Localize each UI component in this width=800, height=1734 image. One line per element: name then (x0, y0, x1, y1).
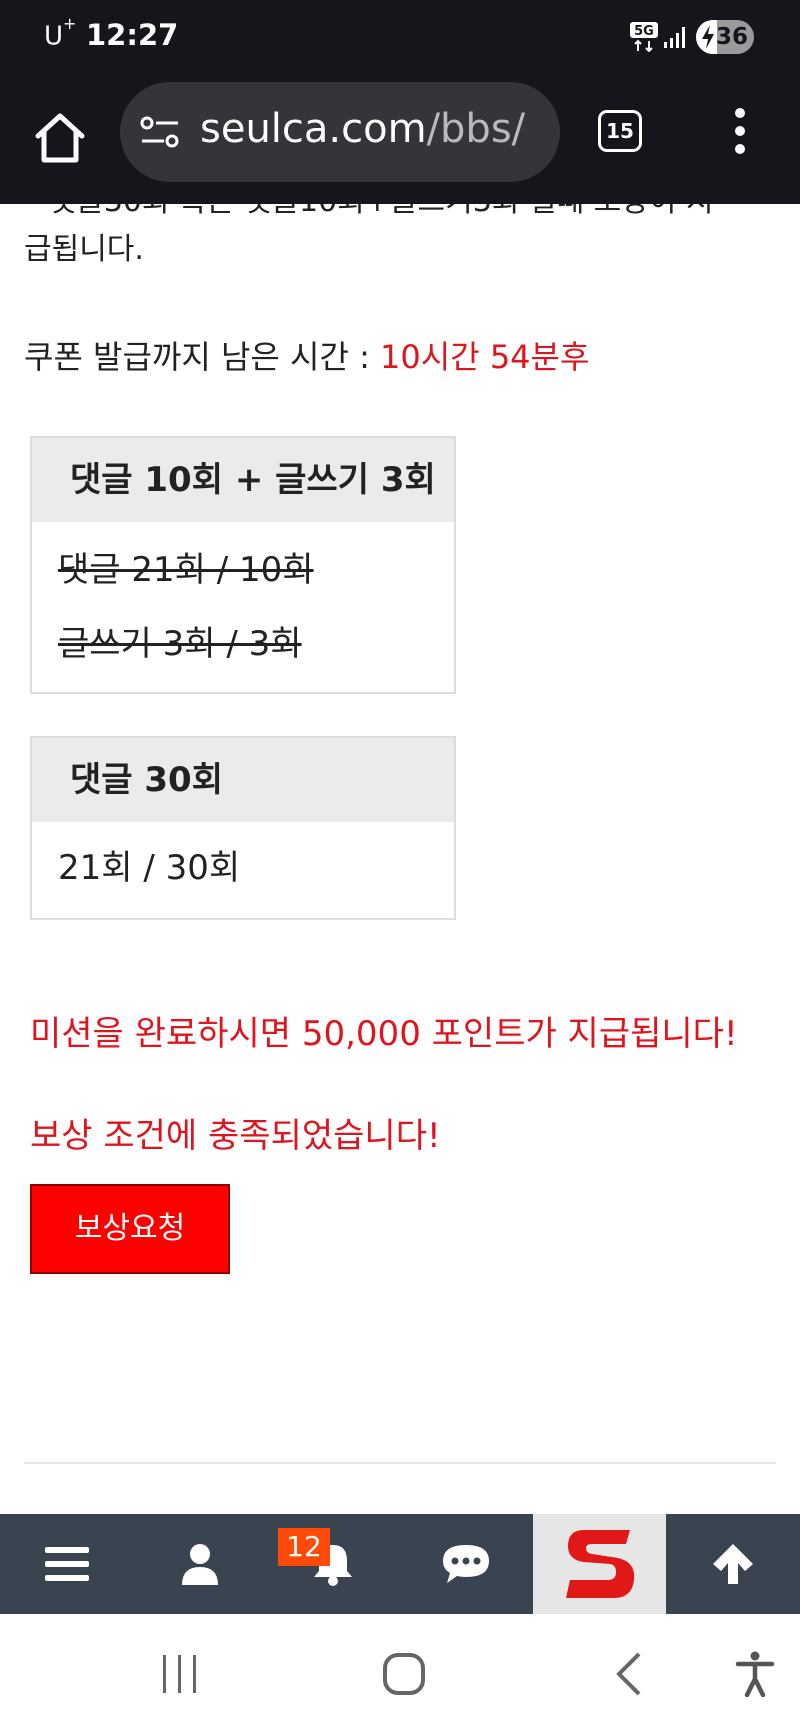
more-vert-icon[interactable] (726, 106, 754, 156)
condition-met-notice: 보상 조건에 충족되었습니다! (30, 1116, 441, 1156)
status-time: 12:27 (86, 18, 179, 52)
mission-progress-comments: 21회 / 30회 (58, 848, 241, 888)
nav-menu-button[interactable] (0, 1514, 133, 1614)
status-bar: U+ 12:27 5G 36 (0, 0, 800, 76)
svg-text:5G: 5G (634, 24, 654, 39)
countdown-value: 10시간 54분후 (380, 338, 590, 376)
accessibility-icon (735, 1651, 775, 1697)
home-circle-icon (383, 1653, 425, 1695)
recent-apps-button[interactable] (130, 1614, 230, 1734)
reward-notice: 미션을 완료하시면 50,000 포인트가 지급됩니다! (30, 1014, 738, 1054)
mission-description: * 댓글30회 혹은 댓글10회+글쓰기3회 될때 보상이 지 급됩니다. (24, 204, 714, 267)
mission-progress-posts: 글쓰기 3회 / 3회 (58, 624, 302, 664)
nav-user-button[interactable] (133, 1514, 266, 1614)
signal-icon (664, 27, 685, 48)
battery-indicator: 36 (696, 20, 754, 54)
charging-icon (702, 25, 714, 49)
battery-level: 36 (716, 24, 749, 50)
browser-toolbar: seulca.com/bbs/ 15 (0, 76, 800, 204)
system-nav-bar (0, 1614, 800, 1734)
accessibility-button[interactable] (705, 1614, 800, 1734)
5g-network-icon: 5G (630, 22, 658, 52)
chat-icon (442, 1545, 489, 1583)
coupon-countdown: 쿠폰 발급까지 남은 시간 : 10시간 54분후 (24, 338, 590, 376)
arrow-up-icon (712, 1544, 753, 1584)
mission-page: * 댓글30회 혹은 댓글10회+글쓰기3회 될때 보상이 지 급됩니다. 쿠폰… (0, 204, 800, 1514)
back-icon (616, 1652, 641, 1696)
address-bar[interactable]: seulca.com/bbs/ (120, 82, 560, 182)
site-logo-button[interactable] (533, 1514, 666, 1614)
url-text: seulca.com/bbs/ (200, 106, 526, 152)
mission-progress-comments: 댓글 21회 / 10회 (58, 550, 314, 590)
nav-chat-button[interactable] (399, 1514, 532, 1614)
menu-icon (44, 1547, 89, 1581)
recent-apps-icon (163, 1655, 196, 1693)
mission-box-comment-and-post: 댓글 10회 + 글쓰기 3회 댓글 21회 / 10회 글쓰기 3회 / 3회 (30, 436, 456, 694)
site-bottom-nav: 12 (0, 1514, 800, 1614)
site-settings-icon[interactable] (140, 114, 180, 150)
divider (24, 1462, 776, 1464)
mission-box-title: 댓글 10회 + 글쓰기 3회 (32, 438, 454, 522)
carrier-label: U+ (44, 14, 77, 52)
site-logo (565, 1530, 634, 1598)
notification-count-badge: 12 (278, 1528, 330, 1566)
mission-box-comments: 댓글 30회 21회 / 30회 (30, 736, 456, 920)
back-button[interactable] (578, 1614, 678, 1734)
nav-scroll-top-button[interactable] (666, 1514, 799, 1614)
mission-box-title: 댓글 30회 (32, 738, 454, 822)
tab-switcher-button[interactable]: 15 (598, 110, 642, 152)
home-icon[interactable] (28, 106, 92, 170)
reward-request-button[interactable]: 보상요청 (30, 1184, 230, 1274)
user-icon (181, 1544, 218, 1585)
home-nav-button[interactable] (354, 1614, 454, 1734)
